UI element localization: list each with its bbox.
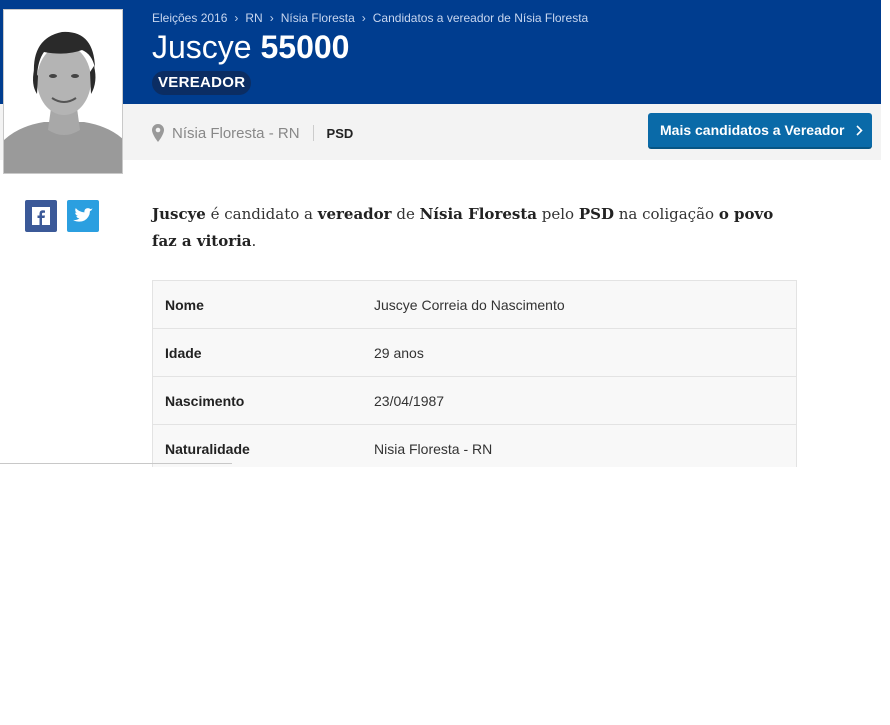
summary-text: pelo bbox=[536, 205, 579, 223]
summary-party: PSD bbox=[578, 205, 614, 223]
candidate-number: 55000 bbox=[260, 29, 350, 65]
detail-label: Nascimento bbox=[165, 392, 245, 409]
candidate-photo bbox=[3, 9, 123, 174]
summary-text: na coligação bbox=[613, 205, 719, 223]
party-label: PSD bbox=[326, 125, 354, 141]
table-row: Idade 29 anos bbox=[153, 329, 796, 377]
breadcrumb-item-candidates[interactable]: Candidatos a vereador de Nísia Floresta bbox=[373, 11, 588, 25]
candidate-summary: Juscye é candidato a vereador de Nísia F… bbox=[152, 201, 792, 255]
blank-area bbox=[0, 467, 890, 725]
summary-text: de bbox=[391, 205, 420, 223]
table-row: Naturalidade Nisia Floresta - RN bbox=[153, 425, 796, 467]
more-candidates-button[interactable]: Mais candidatos a Vereador bbox=[648, 113, 872, 149]
twitter-share-button[interactable] bbox=[67, 200, 99, 232]
summary-text: . bbox=[251, 232, 257, 250]
summary-name: Juscye bbox=[152, 205, 206, 223]
twitter-icon bbox=[73, 208, 93, 222]
breadcrumb-item-city[interactable]: Nísia Floresta bbox=[281, 11, 355, 25]
divider bbox=[0, 463, 232, 464]
facebook-share-button[interactable] bbox=[25, 200, 57, 232]
divider bbox=[312, 125, 314, 141]
detail-value: 23/04/1987 bbox=[374, 392, 445, 409]
location-text: Nísia Floresta - RN bbox=[172, 124, 300, 142]
summary-city: Nísia Floresta bbox=[419, 205, 537, 223]
breadcrumb-item-election[interactable]: Eleições 2016 bbox=[152, 11, 227, 25]
facebook-icon bbox=[32, 207, 50, 225]
chevron-right-icon: › bbox=[269, 11, 274, 25]
map-pin-icon bbox=[152, 124, 164, 142]
chevron-right-icon: › bbox=[234, 11, 239, 25]
chevron-right-icon bbox=[856, 124, 864, 136]
role-badge: VEREADOR bbox=[152, 71, 252, 95]
chevron-right-icon: › bbox=[361, 11, 366, 25]
breadcrumb-item-state[interactable]: RN bbox=[245, 11, 262, 25]
page-title: Juscye 55000 bbox=[152, 29, 349, 65]
detail-label: Nome bbox=[165, 296, 204, 313]
candidate-details-table: Nome Juscye Correia do Nascimento Idade … bbox=[152, 280, 797, 467]
detail-label: Idade bbox=[165, 344, 202, 361]
table-row: Nascimento 23/04/1987 bbox=[153, 377, 796, 425]
detail-value: 29 anos bbox=[374, 344, 424, 361]
detail-label: Naturalidade bbox=[165, 440, 250, 457]
summary-role: vereador bbox=[317, 205, 392, 223]
more-candidates-label: Mais candidatos a Vereador bbox=[660, 122, 845, 138]
detail-value: Nisia Floresta - RN bbox=[374, 440, 493, 457]
breadcrumb: Eleições 2016 › RN › Nísia Floresta › Candidat… bbox=[152, 11, 588, 25]
summary-text: é candidato a bbox=[205, 205, 318, 223]
table-row: Nome Juscye Correia do Nascimento bbox=[153, 281, 796, 329]
detail-value: Juscye Correia do Nascimento bbox=[374, 296, 565, 313]
location-info: Nísia Floresta - RN PSD bbox=[152, 122, 353, 144]
candidate-name: Juscye bbox=[152, 29, 252, 65]
